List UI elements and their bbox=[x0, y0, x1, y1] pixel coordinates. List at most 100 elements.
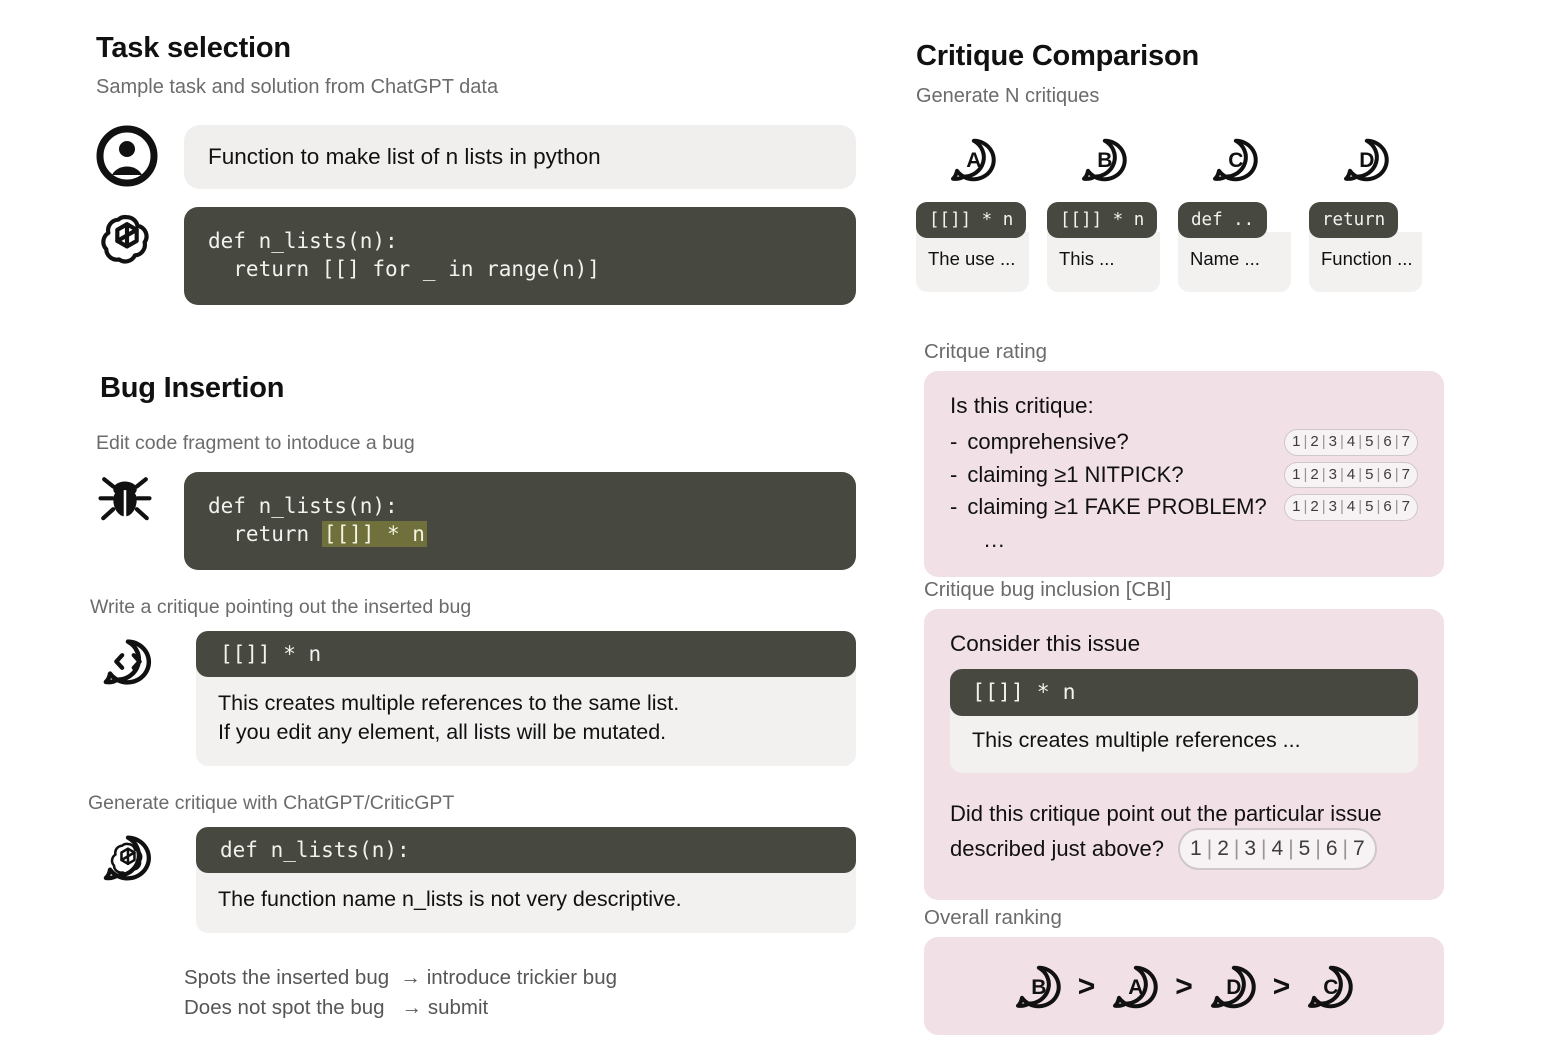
critique-column-b[interactable]: B [[]] * n This ... bbox=[1047, 132, 1160, 292]
bug-avatar bbox=[96, 472, 184, 530]
svg-text:A: A bbox=[966, 149, 981, 172]
cbi-question-line2: described just above? bbox=[950, 836, 1165, 862]
critique-b-text: This ... bbox=[1047, 232, 1160, 292]
critique-a-code: [[]] * n bbox=[916, 202, 1027, 238]
ranking-letter-4: C bbox=[1324, 976, 1339, 999]
critique-rating-heading: Is this critique: bbox=[950, 393, 1094, 418]
ranking-row: B > A > D > C bbox=[950, 951, 1418, 1021]
ranking-separator-2: > bbox=[1175, 970, 1193, 1003]
model-critique-card: def n_lists(n): The function name n_list… bbox=[196, 827, 856, 934]
critique-rating-label: Critque rating bbox=[924, 340, 1048, 363]
buggy-code-row: def n_lists(n): return [[]] * n bbox=[96, 472, 856, 571]
openai-speech-bubble-icon bbox=[103, 835, 151, 881]
user-prompt-bubble: Function to make list of n lists in pyth… bbox=[184, 125, 856, 189]
model-critique-avatar bbox=[96, 827, 184, 889]
model-critique-text: The function name n_lists is not very de… bbox=[196, 865, 856, 934]
speech-bubble-d-icon: D bbox=[1343, 138, 1389, 182]
overall-ranking-label: Overall ranking bbox=[924, 906, 1062, 929]
human-critique-row: [[]] * n This creates multiple reference… bbox=[96, 631, 856, 766]
outcome-line-misses: Does not spot the bug → submit bbox=[184, 996, 489, 1020]
outcome-line-spots: Spots the inserted bug → introduce trick… bbox=[184, 966, 618, 990]
bug-insertion-step1-label: Edit code fragment to intoduce a bug bbox=[96, 432, 415, 454]
rating-more-ellipsis: ... bbox=[984, 526, 1006, 552]
ranking-separator-3: > bbox=[1272, 970, 1291, 1003]
ranking-letter-2: A bbox=[1129, 976, 1144, 999]
rating-scale-fake-problem[interactable]: 1 | 2 | 3 | 4 | 5 | 6 | 7 bbox=[1284, 494, 1418, 521]
ranking-letter-3: D bbox=[1226, 976, 1241, 999]
cbi-label: Critique bug inclusion [CBI] bbox=[924, 578, 1172, 601]
critique-a-text: The use ... bbox=[916, 232, 1029, 292]
rating-item-comprehensive: - comprehensive? 1 | 2 | 3 | 4 | 5 | 6 | 7 bbox=[950, 429, 1418, 456]
human-critique-code: [[]] * n bbox=[196, 631, 856, 678]
critique-c-code: def .. bbox=[1178, 202, 1268, 238]
buggy-code-highlight: [[]] * n bbox=[321, 521, 427, 548]
rating-question-fake-problem: - claiming ≥1 FAKE PROBLEM? bbox=[950, 494, 1267, 520]
human-critique-avatar bbox=[96, 631, 184, 693]
critique-column-a[interactable]: A [[]] * n The use ... bbox=[916, 132, 1029, 292]
cbi-issue-card: [[]] * n This creates multiple reference… bbox=[950, 669, 1418, 773]
bug-insertion-section: Bug Insertion Edit code fragment to into… bbox=[88, 372, 856, 1023]
cbi-panel: Consider this issue [[]] * n This create… bbox=[924, 609, 1444, 900]
assistant-code-row: def n_lists(n): return [[] for _ in rang… bbox=[96, 207, 856, 306]
task-selection-section: Task selection Sample task and solution … bbox=[96, 32, 856, 306]
speech-bubble-b-icon: B bbox=[1081, 138, 1127, 182]
model-critique-code: def n_lists(n): bbox=[196, 827, 856, 873]
user-prompt-row: Function to make list of n lists in pyth… bbox=[96, 125, 856, 189]
assistant-avatar bbox=[96, 207, 184, 269]
svg-text:C: C bbox=[1228, 149, 1243, 172]
critique-columns: A [[]] * n The use ... B [[]] * n This .… bbox=[916, 132, 1476, 292]
model-critique-row: def n_lists(n): The function name n_list… bbox=[96, 827, 856, 934]
critique-d-text: Function ... bbox=[1309, 232, 1422, 292]
buggy-code-block: def n_lists(n): return [[]] * n bbox=[184, 472, 856, 571]
critique-comparison-section: Critique Comparison Generate N critiques… bbox=[916, 40, 1476, 292]
bug-insertion-title: Bug Insertion bbox=[100, 372, 285, 404]
cbi-issue-text: This creates multiple references ... bbox=[950, 709, 1418, 773]
ranking-letter-1: B bbox=[1031, 976, 1046, 999]
svg-text:B: B bbox=[1097, 149, 1112, 172]
critique-rating-section: Critque rating Is this critique: - compre… bbox=[924, 340, 1444, 577]
code-speech-bubble-icon bbox=[103, 639, 152, 685]
cbi-scale[interactable]: 1 | 2 | 3 | 4 | 5 | 6 | 7 bbox=[1178, 828, 1377, 870]
ranking-separator-1: > bbox=[1077, 970, 1096, 1003]
cbi-question: Did this critique point out the particul… bbox=[950, 799, 1418, 870]
task-selection-subtitle: Sample task and solution from ChatGPT da… bbox=[96, 76, 499, 98]
cbi-heading: Consider this issue bbox=[950, 631, 1141, 656]
cbi-issue-code: [[]] * n bbox=[950, 669, 1418, 716]
critique-c-text: Name ... bbox=[1178, 232, 1291, 292]
bug-icon bbox=[98, 477, 152, 521]
ranking-speech-bubble-3-icon[interactable]: D bbox=[1205, 959, 1261, 1015]
bug-insertion-step3-label: Generate critique with ChatGPT/CriticGPT bbox=[88, 792, 455, 814]
critique-rating-panel: Is this critique: - comprehensive? 1 | 2 | 3 |… bbox=[924, 371, 1444, 577]
human-critique-card: [[]] * n This creates multiple reference… bbox=[196, 631, 856, 766]
user-avatar bbox=[96, 125, 184, 187]
openai-logo-icon bbox=[101, 214, 149, 264]
assistant-code-block: def n_lists(n): return [[] for _ in rang… bbox=[184, 207, 856, 306]
speech-bubble-c-icon: C bbox=[1212, 138, 1258, 182]
rating-scale-comprehensive[interactable]: 1 | 2 | 3 | 4 | 5 | 6 | 7 bbox=[1284, 429, 1418, 456]
critique-comparison-subtitle: Generate N critiques bbox=[916, 85, 1100, 107]
critique-b-code: [[]] * n bbox=[1047, 202, 1158, 238]
rating-question-nitpick: - claiming ≥1 NITPICK? bbox=[950, 461, 1184, 487]
outcome-block: Spots the inserted bug → introduce trick… bbox=[96, 963, 856, 1022]
ranking-speech-bubble-4-icon[interactable]: C bbox=[1302, 959, 1358, 1015]
cbi-section: Critique bug inclusion [CBI] Consider th… bbox=[924, 578, 1444, 900]
overall-ranking-panel: B > A > D > C bbox=[924, 937, 1444, 1035]
bug-insertion-step2-label: Write a critique pointing out the insert… bbox=[90, 596, 472, 619]
speech-bubble-a-icon: A bbox=[950, 138, 996, 182]
rating-question-comprehensive: - comprehensive? bbox=[950, 429, 1129, 455]
ranking-speech-bubble-1-icon[interactable]: B bbox=[1010, 959, 1066, 1015]
rating-item-fake-problem: - claiming ≥1 FAKE PROBLEM? 1 | 2 | 3 | 4 | 5 | 6 | 7 bbox=[950, 494, 1418, 521]
critique-column-d[interactable]: D return Function ... bbox=[1309, 132, 1422, 292]
ranking-speech-bubble-2-icon[interactable]: A bbox=[1107, 959, 1163, 1015]
user-avatar-icon bbox=[96, 125, 158, 187]
rating-scale-nitpick[interactable]: 1 | 2 | 3 | 4 | 5 | 6 | 7 bbox=[1284, 461, 1418, 488]
critique-column-c[interactable]: C def .. Name ... bbox=[1178, 132, 1291, 292]
cbi-question-line1: Did this critique point out the particul… bbox=[950, 801, 1382, 826]
overall-ranking-section: Overall ranking B > A > D > C bbox=[924, 906, 1444, 1035]
critique-d-code: return bbox=[1309, 202, 1399, 238]
task-selection-title: Task selection bbox=[96, 32, 291, 64]
human-critique-text: This creates multiple references to the … bbox=[196, 669, 856, 766]
rating-item-nitpick: - claiming ≥1 NITPICK? 1 | 2 | 3 | 4 | 5 | 6 | 7 bbox=[950, 461, 1418, 488]
svg-text:D: D bbox=[1359, 149, 1374, 172]
critique-comparison-title: Critique Comparison bbox=[916, 40, 1199, 72]
